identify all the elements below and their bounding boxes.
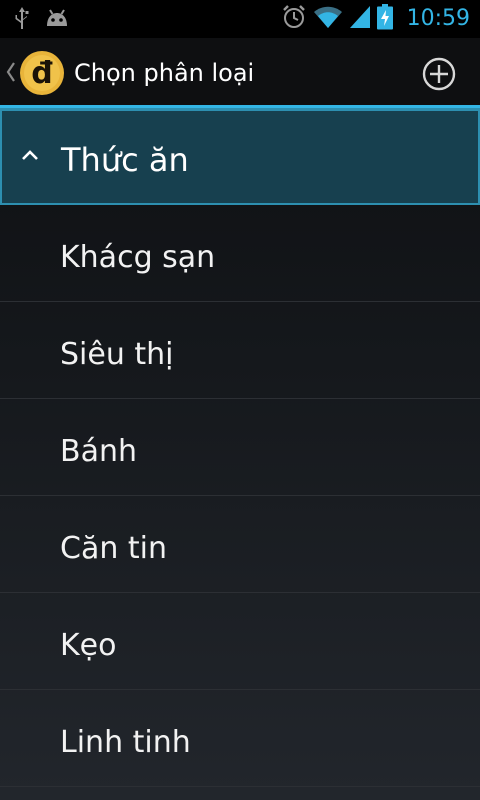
logo-letter: đ: [31, 56, 53, 91]
category-group-header[interactable]: Thức ăn: [0, 108, 480, 205]
android-debug-icon: [44, 8, 70, 32]
list-item[interactable]: Siêu thị: [0, 302, 480, 399]
list-item[interactable]: Linh tinh: [0, 690, 480, 787]
list-item-label: Bánh: [60, 434, 137, 469]
add-button[interactable]: [422, 57, 456, 91]
list-item-label: Căn tin: [60, 531, 167, 566]
list-item-label: Khácg sạn: [60, 240, 216, 275]
clock: 10:59: [406, 6, 470, 31]
signal-icon: [349, 5, 371, 33]
system-icons: 10:59: [281, 4, 470, 34]
status-bar: 10:59: [0, 0, 480, 38]
list-item[interactable]: Kẹo: [0, 593, 480, 690]
alarm-icon: [281, 4, 307, 34]
list-item[interactable]: Căn tin: [0, 496, 480, 593]
app-logo[interactable]: đ: [19, 50, 65, 96]
list-item[interactable]: Bánh: [0, 399, 480, 496]
add-circle-icon: [422, 57, 456, 91]
list-item-label: Siêu thị: [60, 337, 174, 372]
category-list: Thức ăn Khácg sạn Siêu thị Bánh Căn tin …: [0, 108, 480, 787]
list-item[interactable]: Khácg sạn: [0, 205, 480, 302]
page-title: Chọn phân loại: [74, 59, 255, 87]
chevron-up-icon: [20, 147, 40, 161]
wifi-icon: [313, 5, 343, 33]
list-item-label: Kẹo: [60, 628, 117, 663]
up-chevron-icon[interactable]: [6, 61, 16, 88]
battery-charging-icon: [376, 4, 393, 34]
usb-icon: [14, 6, 30, 34]
group-label: Thức ăn: [61, 141, 189, 179]
notification-icons: [14, 6, 70, 34]
action-bar: đ Chọn phân loại: [0, 38, 480, 108]
screen: 10:59 đ Chọn phân loại Thức ăn Khácg sạn…: [0, 0, 480, 800]
list-item-label: Linh tinh: [60, 725, 191, 760]
